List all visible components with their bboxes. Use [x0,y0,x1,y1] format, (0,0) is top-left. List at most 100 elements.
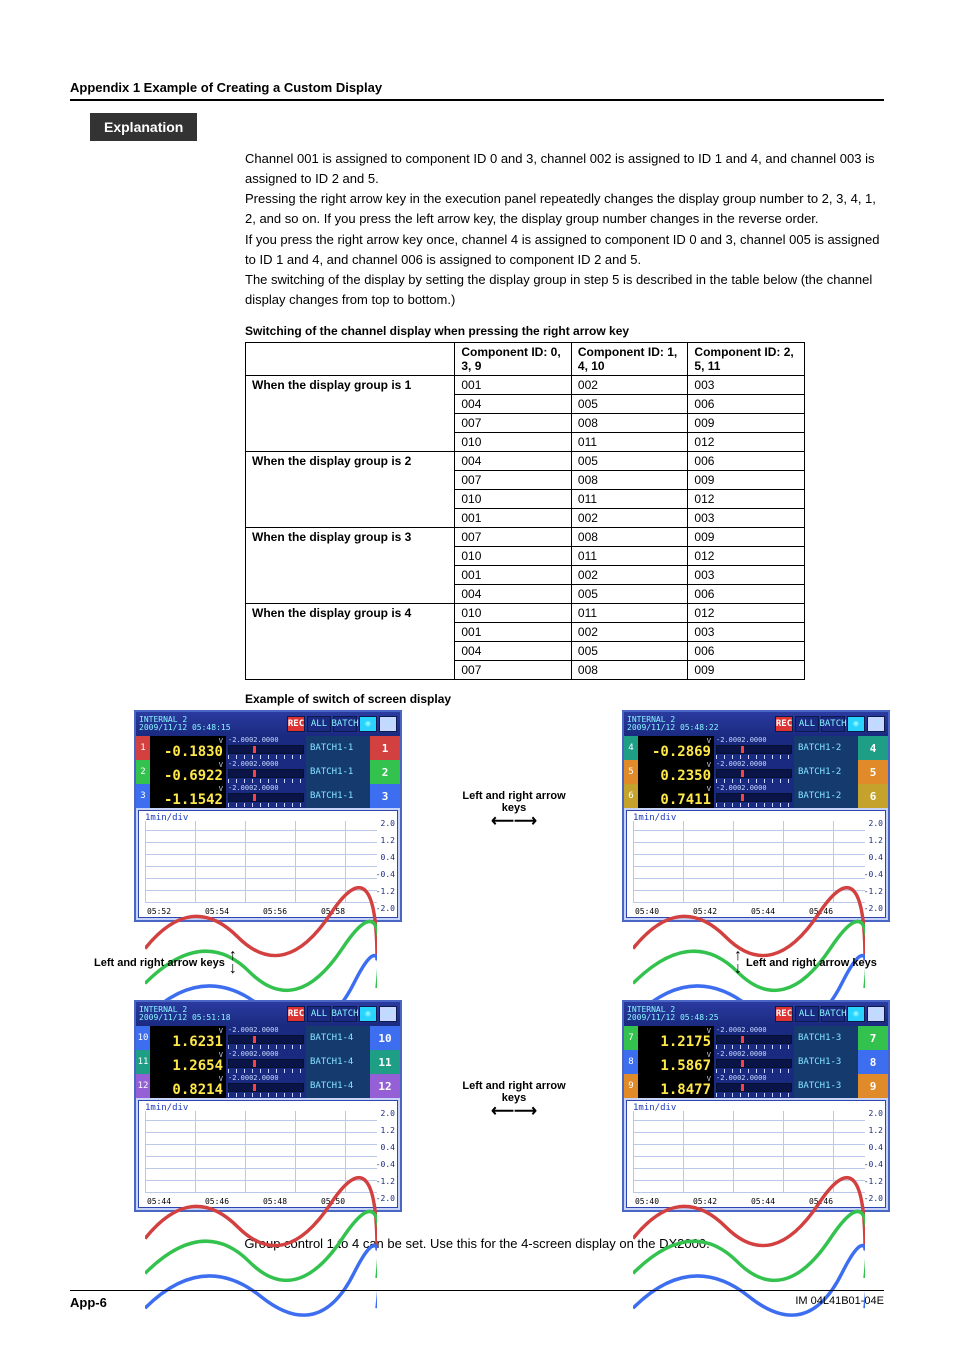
y-tick: 0.4 [869,1143,883,1152]
batch-label: BATCH1-2 [794,784,858,808]
table-cell: 002 [571,509,688,528]
arrow-label-top: Left and right arrow keys ⟵⟶ [454,790,574,830]
table-cell: 003 [688,623,805,642]
arrow-text: Left and right arrow keys [454,790,574,814]
y-tick: -2.0 [376,1194,395,1203]
table-cell: 001 [455,623,572,642]
channel-number: 3 [136,784,150,808]
trend-plot: 1min/div 2.01.20.4-0.4-1.2-2.005:4405:46… [138,1100,398,1208]
camera-icon: ◉ [847,1006,865,1022]
bar-range: -2.0002.0000 [228,1027,304,1034]
value-box: V -0.6922 [150,760,226,784]
table-cell: 009 [688,661,805,680]
table-cell: 004 [455,642,572,661]
y-tick: 0.4 [869,853,883,862]
table-cell: 007 [455,414,572,433]
doc-id: IM 04L41B01-04E [795,1295,884,1310]
value-reading: 0.8214 [153,1083,223,1097]
batch-label: BATCH1-3 [794,1074,858,1098]
y-tick: 2.0 [869,1109,883,1118]
table-cell: 003 [688,566,805,585]
y-tick: 2.0 [869,819,883,828]
paragraph: If you press the right arrow key once, c… [245,230,884,270]
table-cell: 012 [688,604,805,623]
y-tick: -0.4 [864,1160,883,1169]
screenshot-bottom-right: INTERNAL 2 2009/11/12 05:48:25 REC ALL B… [622,1000,890,1212]
switch-table: Component ID: 0, 3, 9 Component ID: 1, 4… [245,342,805,680]
table-cell: 010 [455,547,572,566]
y-tick: 0.4 [381,1143,395,1152]
vert-arrow-icon: ↑↓ [229,950,237,976]
trend-plot: 1min/div 2.01.20.4-0.4-1.2-2.005:4005:42… [626,1100,886,1208]
table-cell: 010 [455,490,572,509]
bar-range: -2.0002.0000 [228,1075,304,1082]
paragraph: Channel 001 is assigned to component ID … [245,149,884,189]
table-cell: 004 [455,395,572,414]
side-number: 5 [858,760,888,784]
y-tick: 2.0 [381,819,395,828]
table-header: Component ID: 0, 3, 9 [455,343,572,376]
y-tick: -2.0 [864,1194,883,1203]
channel-number: 12 [136,1074,150,1098]
bargraph: -2.0002.0000 [714,736,794,760]
vert-arrow-icon: ↑↓ [734,950,742,976]
side-number: 2 [370,760,400,784]
channel-number: 9 [624,1074,638,1098]
batch-label: BATCH [333,716,357,732]
bar-range: -2.0002.0000 [228,785,304,792]
table-cell: 010 [455,433,572,452]
arrow-text: Left and right arrow keys [94,957,225,969]
bargraph: -2.0002.0000 [226,1026,306,1050]
title-bar: INTERNAL 2 2009/11/12 05:48:15 REC ALL B… [136,712,400,736]
table-cell: 002 [571,566,688,585]
channel-number: 5 [624,760,638,784]
channel-number: 6 [624,784,638,808]
arrow-text: Left and right arrow keys [454,1080,574,1104]
value-box: V 1.2654 [150,1050,226,1074]
paragraph: Pressing the right arrow key in the exec… [245,189,884,229]
value-reading: -0.6922 [153,769,223,783]
value-reading: 1.2175 [641,1035,711,1049]
trend-plot: 1min/div 2.01.20.4-0.4-1.2-2.005:5205:54… [138,810,398,918]
table-cell: 004 [455,585,572,604]
page-footer: App-6 IM 04L41B01-04E [70,1290,884,1310]
bargraph: -2.0002.0000 [714,1074,794,1098]
y-tick: -0.4 [864,870,883,879]
group-label: When the display group is 4 [246,604,455,680]
y-tick: 1.2 [869,836,883,845]
table-cell: 011 [571,490,688,509]
arrow-label-left: Left and right arrow keys ↑↓ [94,950,237,976]
side-number: 11 [370,1050,400,1074]
side-number: 9 [858,1074,888,1098]
table-cell: 006 [688,452,805,471]
group-label: When the display group is 1 [246,376,455,452]
arrow-text: Left and right arrow keys [746,957,877,969]
batch-label: BATCH1-1 [306,736,370,760]
table-cell: 007 [455,661,572,680]
table-cell: 008 [571,528,688,547]
y-tick: -1.2 [864,887,883,896]
bar-range: -2.0002.0000 [716,1027,792,1034]
value-box: V -0.1830 [150,736,226,760]
timestamp: 2009/11/12 05:48:25 [627,1014,719,1022]
table-cell: 011 [571,604,688,623]
batch-label: BATCH1-2 [794,736,858,760]
value-box: V 1.8477 [638,1074,714,1098]
arrow-label-right: ↑↓ Left and right arrow keys [734,950,877,976]
table-cell: 012 [688,433,805,452]
y-tick: -0.4 [376,870,395,879]
bargraph: -2.0002.0000 [226,736,306,760]
y-tick: -2.0 [864,904,883,913]
bargraph: -2.0002.0000 [714,1050,794,1074]
expand-icon: ⤢ [867,716,885,732]
explanation-badge: Explanation [90,113,197,141]
example-caption: Example of switch of screen display [245,692,884,706]
expand-icon: ⤢ [379,716,397,732]
value-reading: 0.7411 [641,793,711,807]
table-caption: Switching of the channel display when pr… [245,324,884,338]
bar-range: -2.0002.0000 [228,737,304,744]
table-cell: 005 [571,642,688,661]
value-reading: 1.6231 [153,1035,223,1049]
table-cell: 011 [571,433,688,452]
page-number: App-6 [70,1295,107,1310]
